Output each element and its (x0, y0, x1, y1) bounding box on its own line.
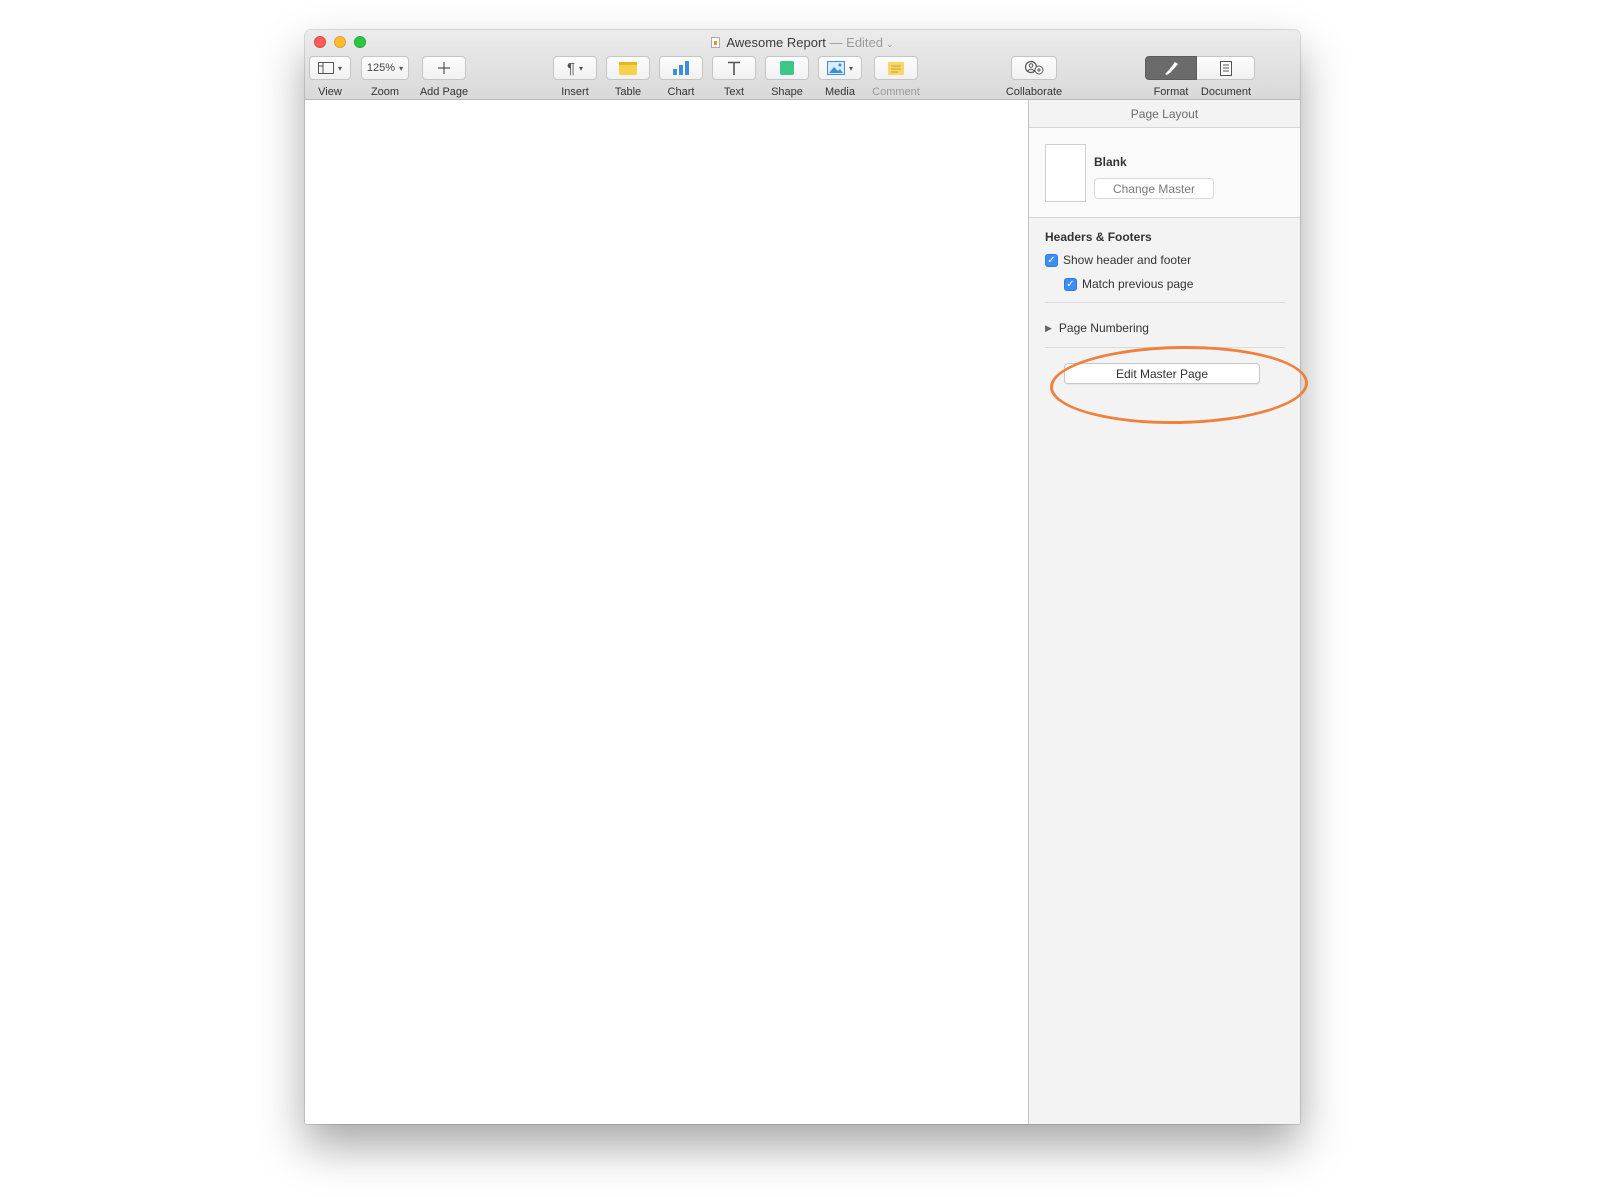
pages-window: Awesome Report — Edited ⌄ ▾ View 125% ▾ Z… (305, 30, 1300, 1124)
view-label: View (318, 86, 342, 98)
master-name: Blank (1094, 155, 1127, 169)
collaborate-icon (1024, 60, 1044, 75)
page-numbering-label: Page Numbering (1058, 321, 1149, 335)
inspector-segmented-control[interactable] (1145, 56, 1255, 80)
headers-footers-title: Headers & Footers (1045, 230, 1152, 244)
text-tool[interactable]: Text (712, 56, 756, 98)
page-numbering-disclosure[interactable]: ▶ Page Numbering (1045, 321, 1149, 335)
show-header-footer-row[interactable]: ✓ Show header and footer (1045, 253, 1191, 267)
sidebar-view-icon (317, 62, 334, 74)
collaborate-tool[interactable]: Collaborate (1002, 56, 1066, 98)
bar-chart-icon (673, 61, 689, 75)
comment-button[interactable] (874, 56, 918, 80)
paintbrush-icon (1165, 62, 1178, 75)
view-tool[interactable]: ▾ View (308, 56, 352, 98)
zoom-select[interactable]: 125% ▾ (361, 56, 409, 80)
document-icon (711, 37, 721, 48)
format-inspector: Page Layout Blank Change Master Headers … (1028, 100, 1300, 1124)
chevron-down-icon: ▾ (337, 63, 342, 73)
master-section: Blank Change Master (1029, 128, 1300, 218)
chevron-down-icon: ▾ (848, 63, 853, 73)
inspector-header: Page Layout (1029, 100, 1300, 128)
document-title: Awesome Report (726, 35, 826, 50)
chevron-down-icon: ▾ (399, 63, 404, 73)
comment-label: Comment (872, 86, 920, 98)
shape-button[interactable] (765, 56, 809, 80)
zoom-tool[interactable]: 125% ▾ Zoom (361, 56, 409, 98)
media-tool[interactable]: ▾ Media (818, 56, 862, 98)
chart-label: Chart (667, 86, 695, 98)
edited-status: — Edited (829, 35, 884, 50)
view-button[interactable]: ▾ (309, 56, 351, 80)
shape-label: Shape (771, 86, 803, 98)
collaborate-button[interactable] (1011, 56, 1057, 80)
window-title[interactable]: Awesome Report — Edited ⌄ (305, 35, 1300, 50)
comment-tool[interactable]: Comment (871, 56, 921, 98)
table-button[interactable] (606, 56, 650, 80)
table-tool[interactable]: Table (606, 56, 650, 98)
inspector-toggle-labels: Format Document (1145, 80, 1255, 98)
document-canvas[interactable] (305, 100, 1028, 1124)
zoom-value: 125% (366, 62, 396, 74)
zoom-label: Zoom (370, 86, 400, 98)
photo-icon (826, 61, 845, 75)
match-previous-row[interactable]: ✓ Match previous page (1064, 277, 1193, 291)
show-header-footer-label: Show header and footer (1063, 253, 1192, 267)
document-label: Document (1200, 86, 1252, 98)
table-icon (619, 61, 637, 75)
shape-tool[interactable]: Shape (765, 56, 809, 98)
chart-tool[interactable]: Chart (659, 56, 703, 98)
plus-icon (438, 62, 450, 74)
disclosure-triangle-icon: ▶ (1045, 322, 1052, 333)
master-thumbnail[interactable] (1045, 144, 1086, 202)
match-previous-checkbox[interactable]: ✓ (1064, 277, 1077, 291)
title-menu-chevron-icon[interactable]: ⌄ (886, 39, 894, 49)
add-page-button[interactable] (422, 56, 466, 80)
add-page-tool[interactable]: Add Page (418, 56, 470, 98)
text-button[interactable] (712, 56, 756, 80)
window-toolbar: Awesome Report — Edited ⌄ ▾ View 125% ▾ Z… (305, 30, 1300, 100)
chevron-down-icon: ▾ (579, 63, 584, 73)
text-label: Text (723, 86, 745, 98)
insert-label: Insert (561, 86, 589, 98)
divider (1045, 302, 1285, 303)
document-button[interactable] (1197, 56, 1255, 80)
inspector-toggle[interactable]: Format Document (1145, 56, 1255, 98)
format-button[interactable] (1145, 56, 1197, 80)
table-label: Table (614, 86, 642, 98)
media-label: Media (825, 86, 855, 98)
document-inspector-icon (1219, 60, 1232, 76)
square-shape-icon (780, 61, 794, 75)
collaborate-label: Collaborate (1005, 86, 1063, 98)
media-button[interactable]: ▾ (818, 56, 862, 80)
text-t-icon (728, 61, 740, 75)
insert-tool[interactable]: ¶ ▾ Insert (553, 56, 597, 98)
chart-button[interactable] (659, 56, 703, 80)
format-label: Format (1153, 86, 1189, 98)
add-page-label: Add Page (419, 86, 469, 98)
show-header-footer-checkbox[interactable]: ✓ (1045, 253, 1058, 267)
comment-note-icon (888, 61, 904, 75)
match-previous-label: Match previous page (1082, 277, 1194, 291)
change-master-button[interactable]: Change Master (1094, 178, 1214, 199)
paragraph-icon: ¶ (566, 59, 576, 77)
insert-button[interactable]: ¶ ▾ (553, 56, 597, 80)
